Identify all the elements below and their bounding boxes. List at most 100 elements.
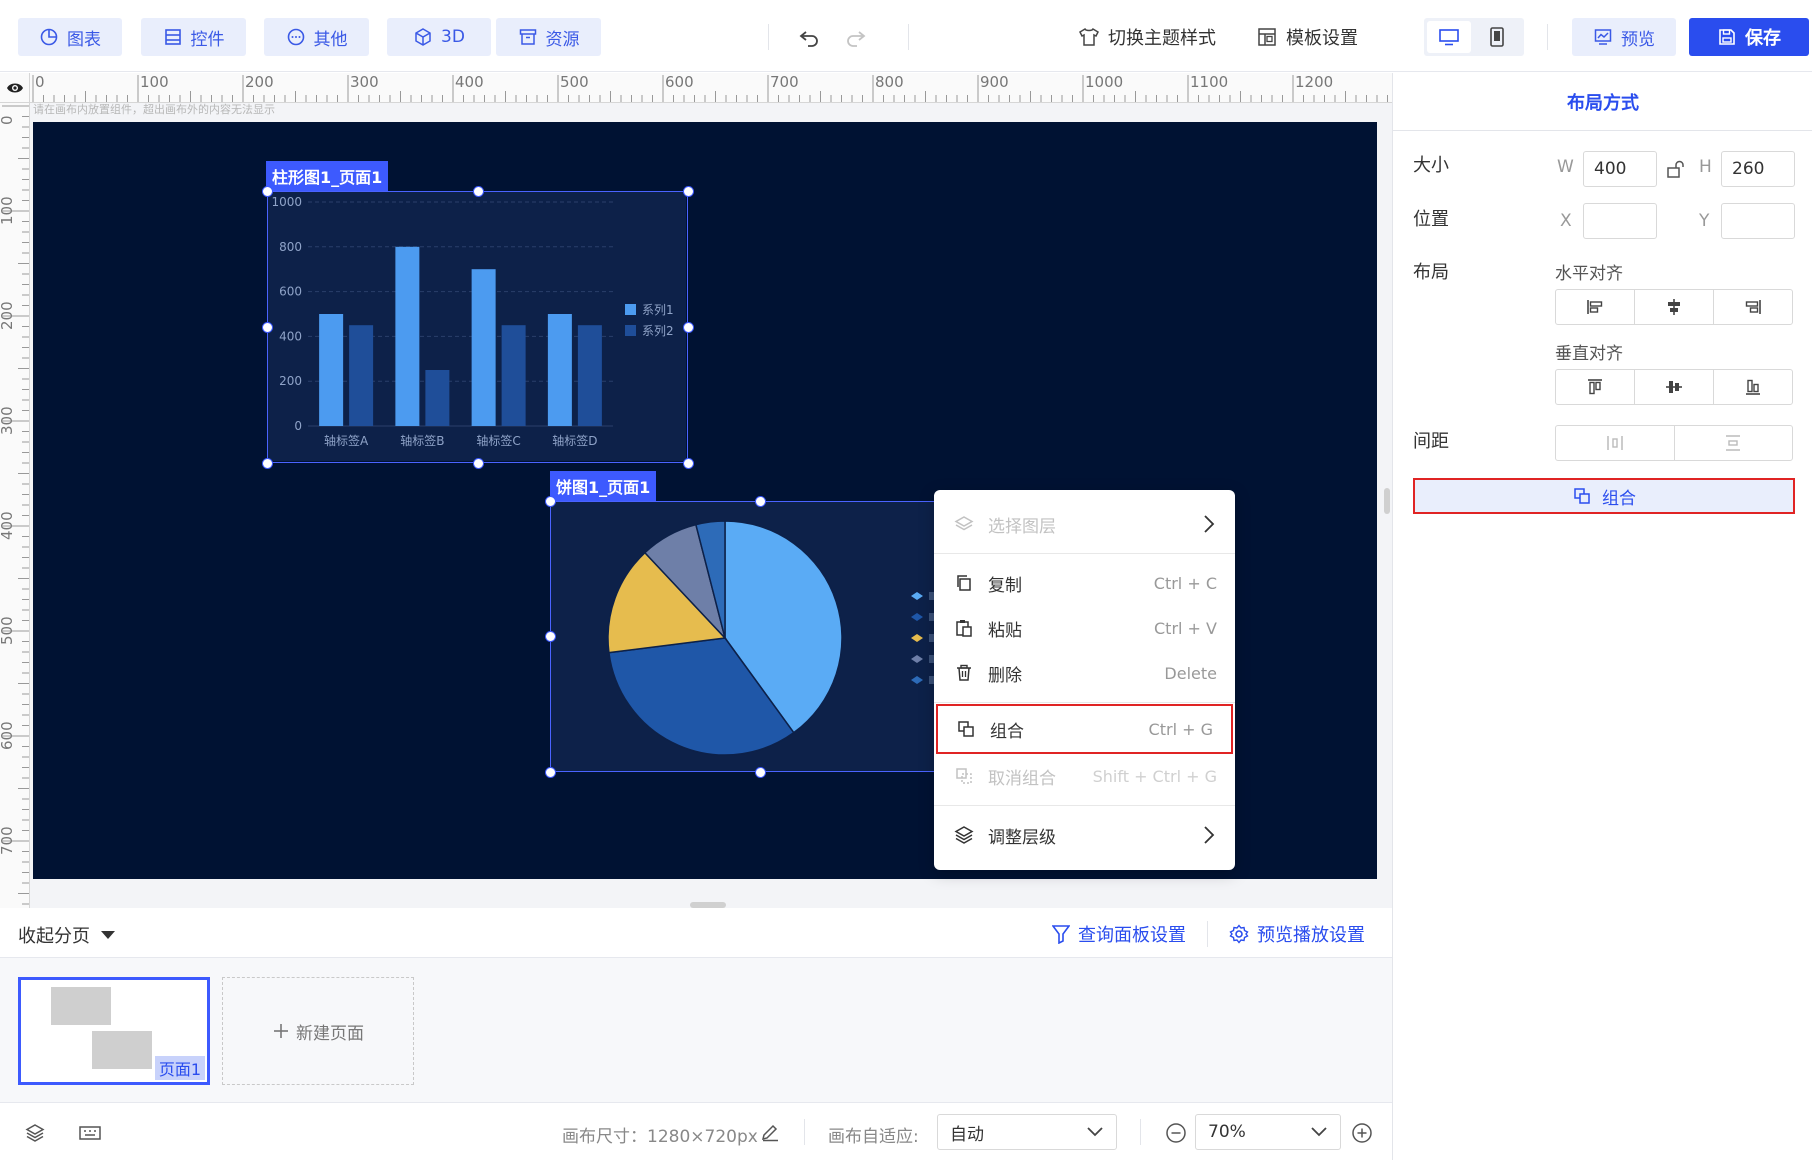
redo-button[interactable] (836, 18, 876, 56)
tablet-view-button[interactable] (1475, 21, 1519, 53)
layout-tab[interactable]: 布局方式 (1393, 73, 1812, 131)
gear-icon (1229, 924, 1249, 944)
x-tick-label: 轴标签B (400, 433, 444, 448)
bar-chart-widget[interactable]: 0 200 400 600 800 1000 轴标签A 轴标签B 轴标签C 轴标签D 系列1 系列2 (267, 191, 688, 463)
horizontal-align-label: 水平对齐 (1555, 264, 1623, 284)
keyboard-icon[interactable] (78, 1123, 102, 1143)
resize-handle[interactable] (473, 458, 484, 469)
bar (395, 246, 420, 426)
controls-menu-button[interactable]: 控件 (141, 18, 246, 56)
status-bar: 画布尺寸：1280×720px 画布自适应: 自动 70% (0, 1102, 1392, 1160)
resize-handle[interactable] (755, 767, 766, 778)
resize-handle[interactable] (545, 631, 556, 642)
size-label: 大小 (1413, 155, 1449, 176)
resize-handle[interactable] (545, 767, 556, 778)
width-letter: W (1557, 157, 1574, 177)
ruler-h-label: 200 (245, 73, 274, 91)
resize-handle[interactable] (683, 458, 694, 469)
menu-group[interactable]: 组合 Ctrl + G (936, 704, 1233, 754)
ruler-v-label: 400 (0, 511, 16, 540)
edit-icon[interactable] (760, 1122, 780, 1142)
zoom-value: 70% (1208, 1122, 1246, 1142)
ruler-h-label: 600 (665, 73, 694, 91)
preview-play-settings-link[interactable]: 预览播放设置 (1229, 921, 1365, 947)
pagebar-divider (1207, 921, 1208, 947)
resize-handle[interactable] (262, 186, 273, 197)
toolbar-divider (1547, 24, 1548, 50)
group-icon (1574, 488, 1590, 504)
resize-handle[interactable] (262, 322, 273, 333)
align-bottom-button[interactable] (1714, 370, 1792, 404)
3d-menu-button[interactable]: 3D (387, 18, 491, 56)
unlock-icon[interactable] (1665, 159, 1685, 179)
menu-paste[interactable]: 粘贴 Ctrl + V (934, 606, 1235, 650)
page-thumbnail-1[interactable]: 页面1 (18, 977, 210, 1085)
menu-adjust-layer[interactable]: 调整层级 (934, 813, 1235, 857)
height-letter: H (1699, 157, 1712, 177)
resize-handle[interactable] (683, 322, 694, 333)
align-top-button[interactable] (1556, 370, 1635, 404)
group-button[interactable]: 组合 (1413, 478, 1795, 514)
menu-copy[interactable]: 复制 Ctrl + C (934, 561, 1235, 605)
align-right-button[interactable] (1714, 290, 1792, 324)
ungroup-icon (954, 766, 974, 786)
template-settings-button[interactable]: 模板设置 (1256, 18, 1358, 56)
bar (319, 314, 344, 426)
copy-icon (954, 573, 974, 593)
menu-select-layer[interactable]: 选择图层 (934, 502, 1235, 546)
zoom-select[interactable]: 70% (1195, 1114, 1341, 1150)
legend-label: 系列2 (642, 324, 674, 338)
resources-menu-button[interactable]: 资源 (496, 18, 601, 56)
new-page-button[interactable]: 新建页面 (222, 977, 414, 1085)
align-top-icon (1588, 379, 1602, 395)
preview-button[interactable]: 预览 (1572, 18, 1676, 56)
pie-chart-title[interactable]: 饼图1_页面1 (550, 471, 657, 501)
align-middle-v-button[interactable] (1635, 370, 1714, 404)
width-input[interactable]: 400 (1583, 151, 1657, 187)
y-position-input[interactable] (1721, 203, 1795, 239)
ruler-h-label: 100 (140, 73, 169, 91)
desktop-view-button[interactable] (1427, 21, 1471, 53)
zoom-in-icon[interactable] (1351, 1122, 1373, 1144)
zoom-out-icon[interactable] (1165, 1122, 1187, 1144)
resize-handle[interactable] (755, 496, 766, 507)
distribute-horizontal-button[interactable] (1556, 426, 1675, 460)
menu-ungroup[interactable]: 取消组合 Shift + Ctrl + G (934, 754, 1235, 798)
distribute-vertical-button[interactable] (1675, 426, 1793, 460)
align-center-h-icon (1668, 299, 1680, 315)
menu-delete[interactable]: 删除 Delete (934, 651, 1235, 695)
ruler-visibility-toggle[interactable] (0, 73, 30, 103)
vertical-scrollbar[interactable] (1384, 488, 1390, 514)
save-button[interactable]: 保存 (1689, 18, 1809, 56)
height-input[interactable]: 260 (1721, 151, 1795, 187)
align-left-button[interactable] (1556, 290, 1635, 324)
horizontal-ruler-ticks (32, 75, 1388, 102)
spacing-label: 间距 (1413, 431, 1449, 452)
group-button-label: 组合 (1602, 488, 1636, 509)
x-position-input[interactable] (1583, 203, 1657, 239)
collapse-pages-toggle[interactable]: 收起分页 (18, 922, 116, 948)
undo-button[interactable] (789, 18, 829, 56)
eye-icon (6, 83, 23, 92)
bar-chart-title[interactable]: 柱形图1_页面1 (266, 161, 389, 191)
theme-switch-button[interactable]: 切换主题样式 (1078, 18, 1216, 56)
align-center-h-button[interactable] (1635, 290, 1714, 324)
auto-fit-value: 自动 (950, 1124, 984, 1145)
resize-handle[interactable] (473, 186, 484, 197)
bar (349, 325, 374, 426)
chart-menu-button[interactable]: 图表 (18, 18, 122, 56)
layers-icon[interactable] (24, 1122, 46, 1144)
pie-chart-widget[interactable] (550, 501, 971, 772)
ruler-h-label: 900 (980, 73, 1009, 91)
other-menu-button[interactable]: 其他 (264, 18, 369, 56)
auto-fit-select[interactable]: 自动 (937, 1114, 1117, 1150)
resize-handle[interactable] (683, 186, 694, 197)
resize-handle[interactable] (262, 458, 273, 469)
x-letter: X (1560, 211, 1572, 231)
resize-handle[interactable] (545, 496, 556, 507)
query-panel-settings-link[interactable]: 查询面板设置 (1052, 921, 1186, 947)
ruler-v-label: 0 (0, 115, 16, 125)
horizontal-align-group (1555, 289, 1793, 325)
distribute-vertical-icon (1726, 435, 1741, 451)
ruler-h-label: 700 (770, 73, 799, 91)
